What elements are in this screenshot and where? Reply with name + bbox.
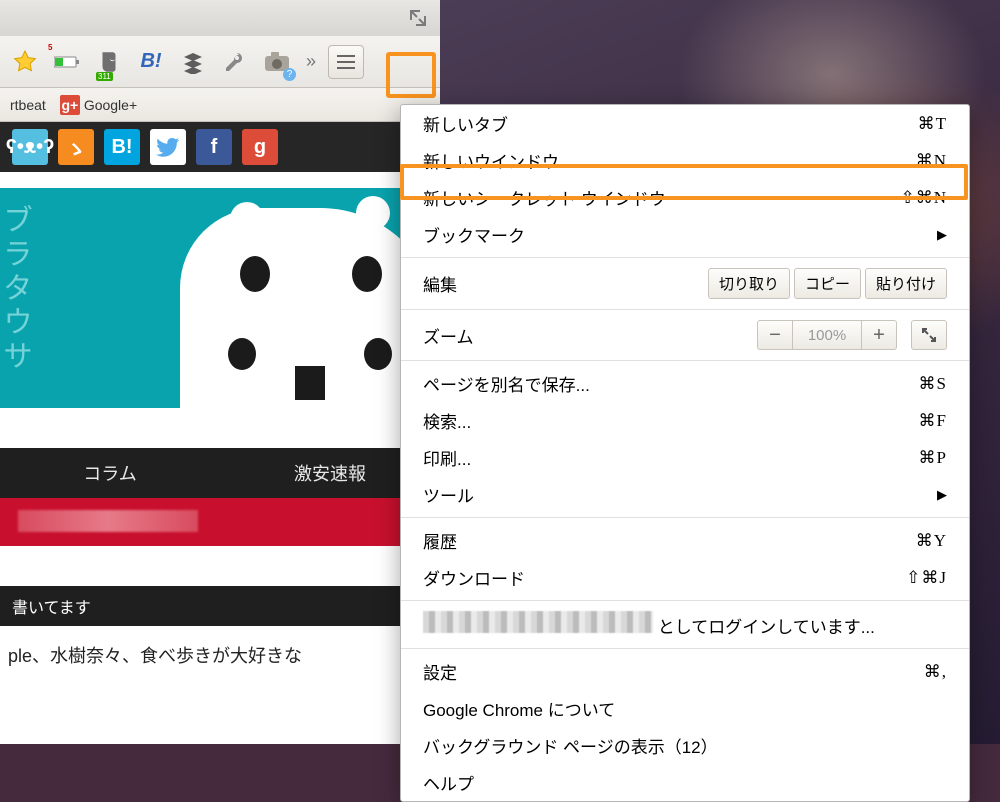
menu-signed-in[interactable]: としてログインしています... xyxy=(401,605,969,644)
menu-divider xyxy=(401,309,969,310)
blurred-text xyxy=(18,510,198,532)
menu-zoom: ズーム − 100% + xyxy=(401,314,969,356)
menu-print[interactable]: 印刷... ⌘P xyxy=(401,439,969,476)
menu-divider xyxy=(401,600,969,601)
chrome-main-menu: 新しいタブ ⌘T 新しいウインドウ ⌘N 新しいシークレット ウインドウ ⇧⌘N… xyxy=(400,104,970,802)
menu-divider xyxy=(401,257,969,258)
menu-divider xyxy=(401,360,969,361)
expand-window-icon[interactable] xyxy=(408,8,428,28)
menu-find[interactable]: 検索... ⌘F xyxy=(401,402,969,439)
menu-save-as[interactable]: ページを別名で保存... ⌘S xyxy=(401,365,969,402)
submenu-arrow-icon: ▶ xyxy=(937,227,947,243)
menu-new-tab[interactable]: 新しいタブ ⌘T xyxy=(401,105,969,142)
menu-divider xyxy=(401,648,969,649)
camera-extension-icon[interactable]: ? xyxy=(260,45,294,79)
menu-downloads[interactable]: ダウンロード ⇧⌘J xyxy=(401,559,969,596)
writes-section: 書いてます ple、水樹奈々、食べ歩きが大好きな xyxy=(0,574,440,680)
hero-kana: ブラタウサ xyxy=(0,204,36,374)
edit-cut-button[interactable]: 切り取り xyxy=(708,268,790,299)
fullscreen-button[interactable] xyxy=(911,320,947,350)
twitter-icon[interactable] xyxy=(150,129,186,165)
google-plus-icon: g+ xyxy=(60,95,80,115)
zoom-value: 100% xyxy=(793,320,861,350)
annotation-highlight-menu-button xyxy=(386,52,436,98)
writes-heading: 書いてます xyxy=(0,586,440,626)
hero-banner: ブラタウサ xyxy=(0,188,440,408)
facebook-icon[interactable]: f xyxy=(196,129,232,165)
menu-background-pages[interactable]: バックグラウンド ページの表示（12） xyxy=(401,727,969,764)
submenu-arrow-icon: ▶ xyxy=(937,487,947,503)
hatena-extension-icon[interactable]: B! xyxy=(134,45,168,79)
menu-about-chrome[interactable]: Google Chrome について xyxy=(401,690,969,727)
writes-body: ple、水樹奈々、食べ歩きが大好きな xyxy=(0,642,310,668)
google-share-icon[interactable]: g xyxy=(242,129,278,165)
content-tabs: コラム 激安速報 xyxy=(0,448,440,498)
menu-edit: 編集 切り取り コピー 貼り付け xyxy=(401,262,969,305)
edit-copy-button[interactable]: コピー xyxy=(794,268,861,299)
extensions-overflow-icon[interactable]: » xyxy=(306,51,316,72)
blurred-email xyxy=(423,611,653,633)
menu-settings[interactable]: 設定 ⌘, xyxy=(401,653,969,690)
page-content: ʕ•ᴥ•ʔ ゝ B! f g ブラタウサ コラム 激安速報 xyxy=(0,122,440,744)
menu-bookmarks[interactable]: ブックマーク ▶ xyxy=(401,216,969,253)
annotation-highlight-incognito xyxy=(400,164,968,200)
buffer-icon[interactable] xyxy=(176,45,210,79)
edit-paste-button[interactable]: 貼り付け xyxy=(865,268,947,299)
featured-strip[interactable] xyxy=(0,498,440,546)
key-tag-icon[interactable] xyxy=(218,45,252,79)
menu-tools[interactable]: ツール ▶ xyxy=(401,476,969,513)
rss-icon[interactable]: ゝ xyxy=(58,129,94,165)
hatena-bookmark-icon[interactable]: B! xyxy=(104,129,140,165)
chrome-window: 5 311 B! ? » rtbeat g+ Google+ xyxy=(0,0,440,744)
zoom-in-button[interactable]: + xyxy=(861,320,897,350)
menu-help[interactable]: ヘルプ xyxy=(401,764,969,801)
bookmark-bar: rtbeat g+ Google+ xyxy=(0,88,440,122)
bookmark-star-icon[interactable] xyxy=(8,45,42,79)
evernote-icon[interactable]: 311 xyxy=(92,45,126,79)
info-badge-icon: ? xyxy=(283,68,296,81)
menu-history[interactable]: 履歴 ⌘Y xyxy=(401,522,969,559)
zoom-out-button[interactable]: − xyxy=(757,320,793,350)
share-bar: ʕ•ᴥ•ʔ ゝ B! f g xyxy=(0,122,440,172)
toolbar: 5 311 B! ? » xyxy=(0,36,440,88)
bookmark-google-plus[interactable]: g+ Google+ xyxy=(60,95,137,115)
tab-column[interactable]: コラム xyxy=(0,448,220,498)
menu-divider xyxy=(401,517,969,518)
bookmark-artbeat[interactable]: rtbeat xyxy=(10,97,46,113)
mascot-icon[interactable]: ʕ•ᴥ•ʔ xyxy=(12,129,48,165)
extension-battery-icon[interactable]: 5 xyxy=(50,45,84,79)
tab-strip xyxy=(0,0,440,36)
chrome-menu-button[interactable] xyxy=(328,45,364,79)
